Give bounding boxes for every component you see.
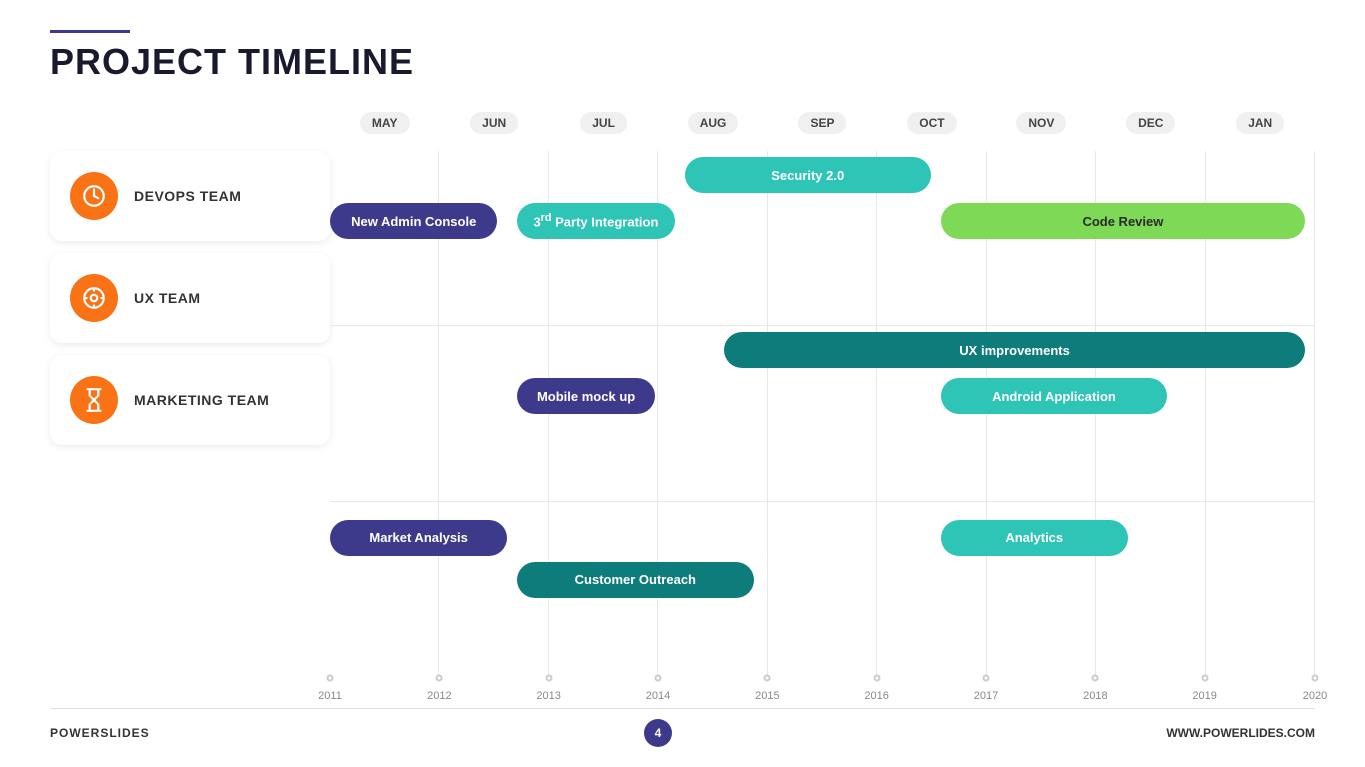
ux-team-icon: [70, 274, 118, 322]
year-2019: 2019: [1192, 690, 1216, 702]
year-2020: 2020: [1303, 690, 1327, 702]
footer-url: WWW.POWERLIDES.COM: [1166, 726, 1315, 740]
footer: POWERSLIDES 4 WWW.POWERLIDES.COM: [50, 708, 1315, 747]
bar-customer-outreach: Customer Outreach: [517, 562, 753, 598]
year-2016: 2016: [864, 690, 888, 702]
main-content: DEVOPS TEAM UX TEAM: [50, 103, 1315, 708]
year-2012: 2012: [427, 690, 451, 702]
bar-new-admin-console: New Admin Console: [330, 203, 497, 239]
devops-team-card: DEVOPS TEAM: [50, 151, 330, 241]
month-jun: JUN: [439, 103, 548, 143]
header: PROJECT TIMELINE: [50, 30, 1315, 83]
month-sep: SEP: [768, 103, 877, 143]
footer-page-number: 4: [644, 719, 672, 747]
3rd-party-label: 3rd Party Integration: [533, 212, 658, 229]
year-2014: 2014: [646, 690, 670, 702]
page-title: PROJECT TIMELINE: [50, 41, 1315, 83]
gantt-grid: Security 2.0 New Admin Console 3rd Party…: [330, 151, 1315, 708]
ux-gantt-row: UX improvements Mobile mock up Android A…: [330, 326, 1315, 501]
year-2011: 2011: [318, 690, 342, 702]
devops-team-label: DEVOPS TEAM: [134, 188, 241, 204]
bar-market-analysis: Market Analysis: [330, 520, 507, 556]
month-may: MAY: [330, 103, 439, 143]
marketing-team-icon: [70, 376, 118, 424]
page: PROJECT TIMELINE DEVOPS TEAM: [0, 0, 1365, 767]
marketing-team-card: MARKETING TEAM: [50, 355, 330, 445]
marketing-gantt-row: Market Analysis Customer Outreach Analyt…: [330, 502, 1315, 676]
year-2015: 2015: [755, 690, 779, 702]
year-2013: 2013: [536, 690, 560, 702]
clock-icon: [81, 183, 107, 209]
year-2017: 2017: [974, 690, 998, 702]
gantt-rows: Security 2.0 New Admin Console 3rd Party…: [330, 151, 1315, 676]
marketing-team-label: MARKETING TEAM: [134, 392, 269, 408]
bar-android-application: Android Application: [941, 378, 1168, 414]
month-nov: NOV: [987, 103, 1096, 143]
months-row: MAY JUN JUL AUG SEP OCT NOV DEC JAN: [330, 103, 1315, 143]
footer-brand: POWERSLIDES: [50, 726, 150, 740]
ux-team-label: UX TEAM: [134, 290, 201, 306]
bar-analytics: Analytics: [941, 520, 1128, 556]
gantt-area: MAY JUN JUL AUG SEP OCT NOV DEC JAN: [330, 103, 1315, 708]
year-2018: 2018: [1083, 690, 1107, 702]
devops-gantt-row: Security 2.0 New Admin Console 3rd Party…: [330, 151, 1315, 326]
ux-icon: [81, 285, 107, 311]
years-row: 2011 2012 2013 2014 2015 2016 2017 2018: [330, 678, 1315, 708]
bar-ux-improvements: UX improvements: [724, 332, 1305, 368]
month-oct: OCT: [877, 103, 986, 143]
teams-column: DEVOPS TEAM UX TEAM: [50, 103, 330, 708]
month-jul: JUL: [549, 103, 658, 143]
ux-team-card: UX TEAM: [50, 253, 330, 343]
month-jan: JAN: [1206, 103, 1315, 143]
bar-mobile-mockup: Mobile mock up: [517, 378, 655, 414]
bar-security-2: Security 2.0: [685, 157, 931, 193]
month-dec: DEC: [1096, 103, 1205, 143]
bar-code-review: Code Review: [941, 203, 1305, 239]
hourglass-icon: [81, 387, 107, 413]
bar-3rd-party-integration: 3rd Party Integration: [517, 203, 675, 239]
header-accent-line: [50, 30, 130, 33]
month-aug: AUG: [658, 103, 767, 143]
devops-team-icon: [70, 172, 118, 220]
